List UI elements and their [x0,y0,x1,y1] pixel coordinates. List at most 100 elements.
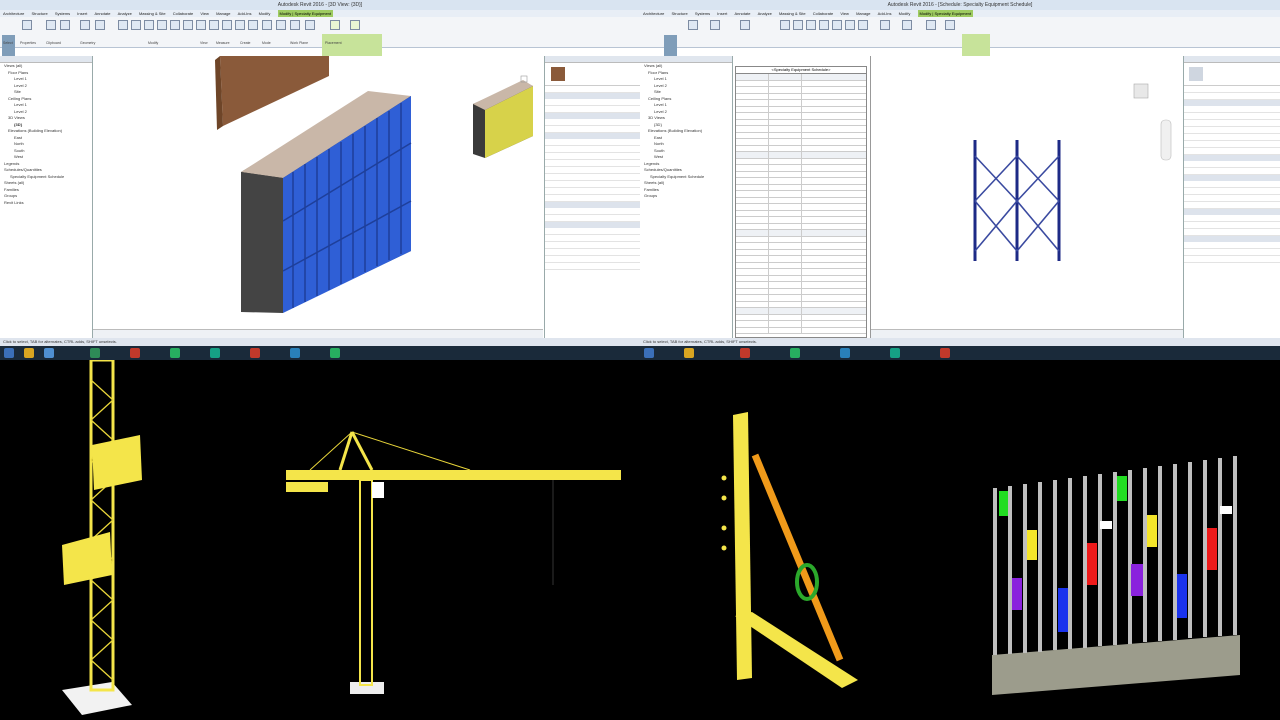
tab-manage[interactable]: Manage [216,10,230,17]
app-icon[interactable] [170,348,180,358]
align-button[interactable] [118,20,128,30]
tab-architecture[interactable]: Architecture [643,10,664,17]
create-button[interactable] [926,20,936,30]
app-icon[interactable] [330,348,340,358]
app-icon[interactable] [250,348,260,358]
start-icon[interactable] [4,348,14,358]
measure-button[interactable] [276,20,286,30]
tab-systems[interactable]: Systems [695,10,710,17]
tab-modify[interactable]: Modify [259,10,271,17]
place-on-workplane-button[interactable] [350,20,360,30]
schedule-row[interactable] [736,327,866,334]
tab-structure[interactable]: Structure [31,10,47,17]
start-icon[interactable] [644,348,654,358]
tab-analyze[interactable]: Analyze [118,10,132,17]
app-icon[interactable] [90,348,100,358]
tab-architecture[interactable]: Architecture [3,10,24,17]
tab-addins[interactable]: Add-Ins [878,10,892,17]
join-button[interactable] [740,20,750,30]
browser-item[interactable]: Groups [640,193,732,200]
array-button[interactable] [845,20,855,30]
tab-insert[interactable]: Insert [77,10,87,17]
tab-structure[interactable]: Structure [671,10,687,17]
measure-button[interactable] [902,20,912,30]
app-icon[interactable] [130,348,140,358]
navigation-wheel[interactable] [1160,119,1172,161]
move-button[interactable] [793,20,803,30]
rotate-button[interactable] [183,20,193,30]
app-icon[interactable] [290,348,300,358]
scale-button[interactable] [235,20,245,30]
cope-button[interactable] [95,20,105,30]
copy-button[interactable] [806,20,816,30]
tab-manage[interactable]: Manage [856,10,870,17]
app-icon[interactable] [740,348,750,358]
move-button[interactable] [157,20,167,30]
align-button[interactable] [780,20,790,30]
tab-insert[interactable]: Insert [717,10,727,17]
properties-button[interactable] [22,20,32,30]
paste-button[interactable] [46,20,56,30]
browser-item[interactable]: Revit Links [0,200,92,207]
equipment-schedule[interactable]: <Specialty Equipment Schedule> [735,66,867,338]
tab-systems[interactable]: Systems [55,10,70,17]
group-modify-label: Modify [148,41,159,45]
folder-icon[interactable] [684,348,694,358]
pin-button[interactable] [248,20,258,30]
properties-button[interactable] [688,20,698,30]
app-icon[interactable] [210,348,220,358]
project-browser[interactable]: Views (all) Floor Plans Level 1 Level 2 … [0,56,93,338]
properties-palette[interactable] [1183,56,1280,338]
tab-modify[interactable]: Modify [899,10,911,17]
cut-button[interactable] [60,20,70,30]
view-cube[interactable] [1133,83,1149,99]
tab-modify-specialty[interactable]: Modify | Specialty Equipment [277,10,334,17]
revit-window-left: Autodesk Revit 2016 - [3D View: {3D}] Ar… [0,0,640,346]
tab-view[interactable]: View [840,10,849,17]
create-button[interactable] [290,20,300,30]
paste-button[interactable] [710,20,720,30]
project-browser[interactable]: Views (all) Floor Plans Level 1 Level 2 … [640,56,733,338]
view-control-bar[interactable] [871,329,1183,338]
join-button[interactable] [80,20,90,30]
window-icon[interactable] [44,348,54,358]
type-selector[interactable] [545,63,640,86]
elevation-view-canvas[interactable] [870,56,1183,338]
app-icon[interactable] [790,348,800,358]
mirror-button[interactable] [144,20,154,30]
app-icon[interactable] [890,348,900,358]
3d-view-canvas[interactable] [93,56,543,338]
project-browser-header [640,56,732,63]
properties-header [1184,56,1280,63]
tab-modify-specialty[interactable]: Modify | Specialty Equipment [917,10,974,17]
edit-family-button[interactable] [945,20,955,30]
group-clipboard-label: Clipboard [46,41,61,45]
tab-analyze[interactable]: Analyze [758,10,772,17]
edit-family-button[interactable] [305,20,315,30]
offset-button[interactable] [131,20,141,30]
tab-addins[interactable]: Add-Ins [238,10,252,17]
folder-icon[interactable] [24,348,34,358]
copy-button[interactable] [170,20,180,30]
tab-view[interactable]: View [200,10,209,17]
properties-palette[interactable] [544,56,640,338]
view-button[interactable] [880,20,890,30]
tab-collaborate[interactable]: Collaborate [173,10,193,17]
trim-button[interactable] [196,20,206,30]
scale-button[interactable] [858,20,868,30]
app-icon[interactable] [940,348,950,358]
trim-button[interactable] [832,20,842,30]
tab-massing[interactable]: Massing & Site [139,10,166,17]
tab-annotate[interactable]: Annotate [94,10,110,17]
type-selector[interactable] [1184,63,1280,86]
rotate-button[interactable] [819,20,829,30]
view-control-bar[interactable] [93,329,543,338]
tab-massing[interactable]: Massing & Site [779,10,806,17]
array-button[interactable] [222,20,232,30]
place-on-face-button[interactable] [330,20,340,30]
view-button[interactable] [262,20,272,30]
tab-annotate[interactable]: Annotate [734,10,750,17]
app-icon[interactable] [840,348,850,358]
tab-collaborate[interactable]: Collaborate [813,10,833,17]
split-button[interactable] [209,20,219,30]
